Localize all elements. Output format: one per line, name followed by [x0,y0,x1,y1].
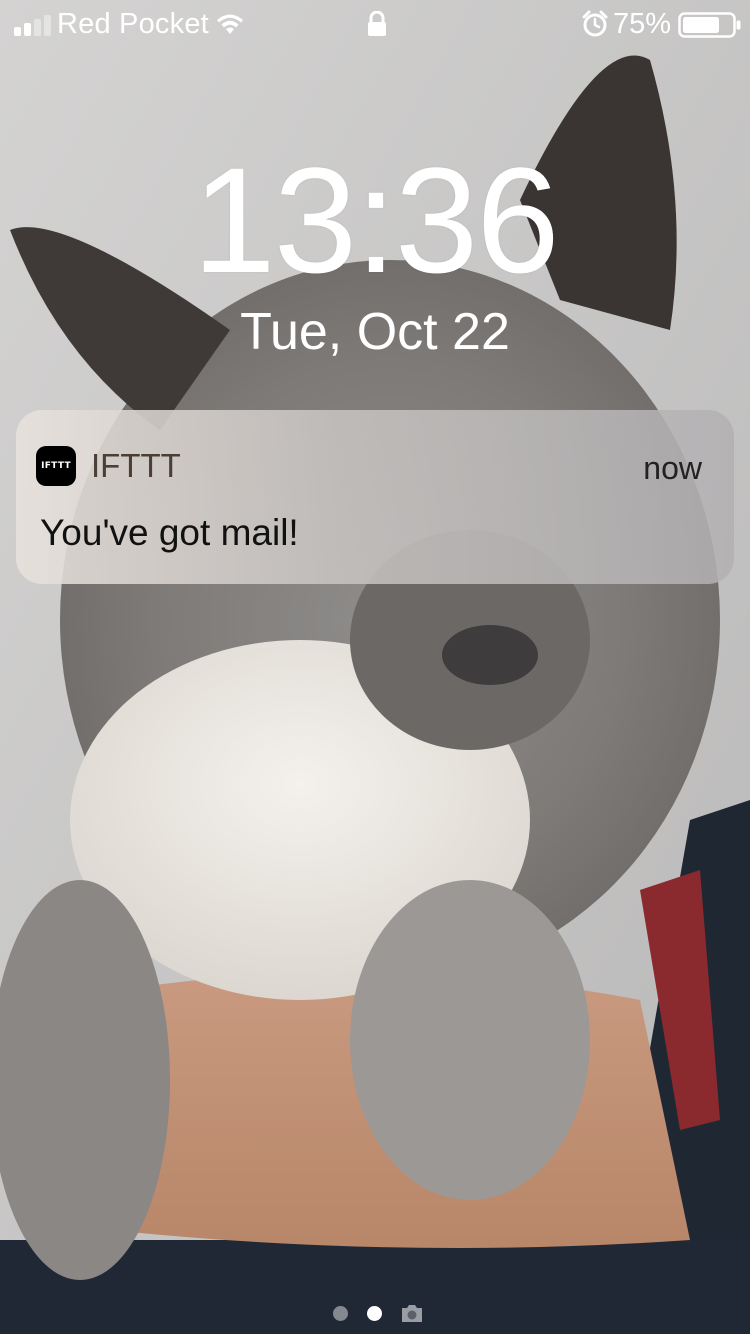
notification-time: now [643,450,702,486]
notification-card[interactable]: IFTTT IFTTT now You've got mail! [16,410,734,584]
status-bar: Red Pocket 75% [0,0,750,50]
battery-percent: 75% [613,8,672,40]
wifi-icon [217,14,243,34]
camera-icon[interactable] [400,1302,424,1324]
lock-screen-date: Tue, Oct 22 [240,303,510,361]
ifttt-app-icon: IFTTT [36,446,76,486]
lock-icon [368,11,386,36]
page-dot-2-active[interactable] [367,1306,382,1321]
battery-icon [678,12,741,38]
notification-message: You've got mail! [40,512,299,553]
alarm-icon [582,10,608,37]
lock-screen-time: 13:36 [192,136,559,304]
page-indicator[interactable] [0,1300,750,1328]
carrier-name: Red Pocket [57,8,209,40]
signal-icon [14,14,54,36]
notification-app-name: IFTTT [91,447,181,484]
page-dot-1[interactable] [333,1306,348,1321]
